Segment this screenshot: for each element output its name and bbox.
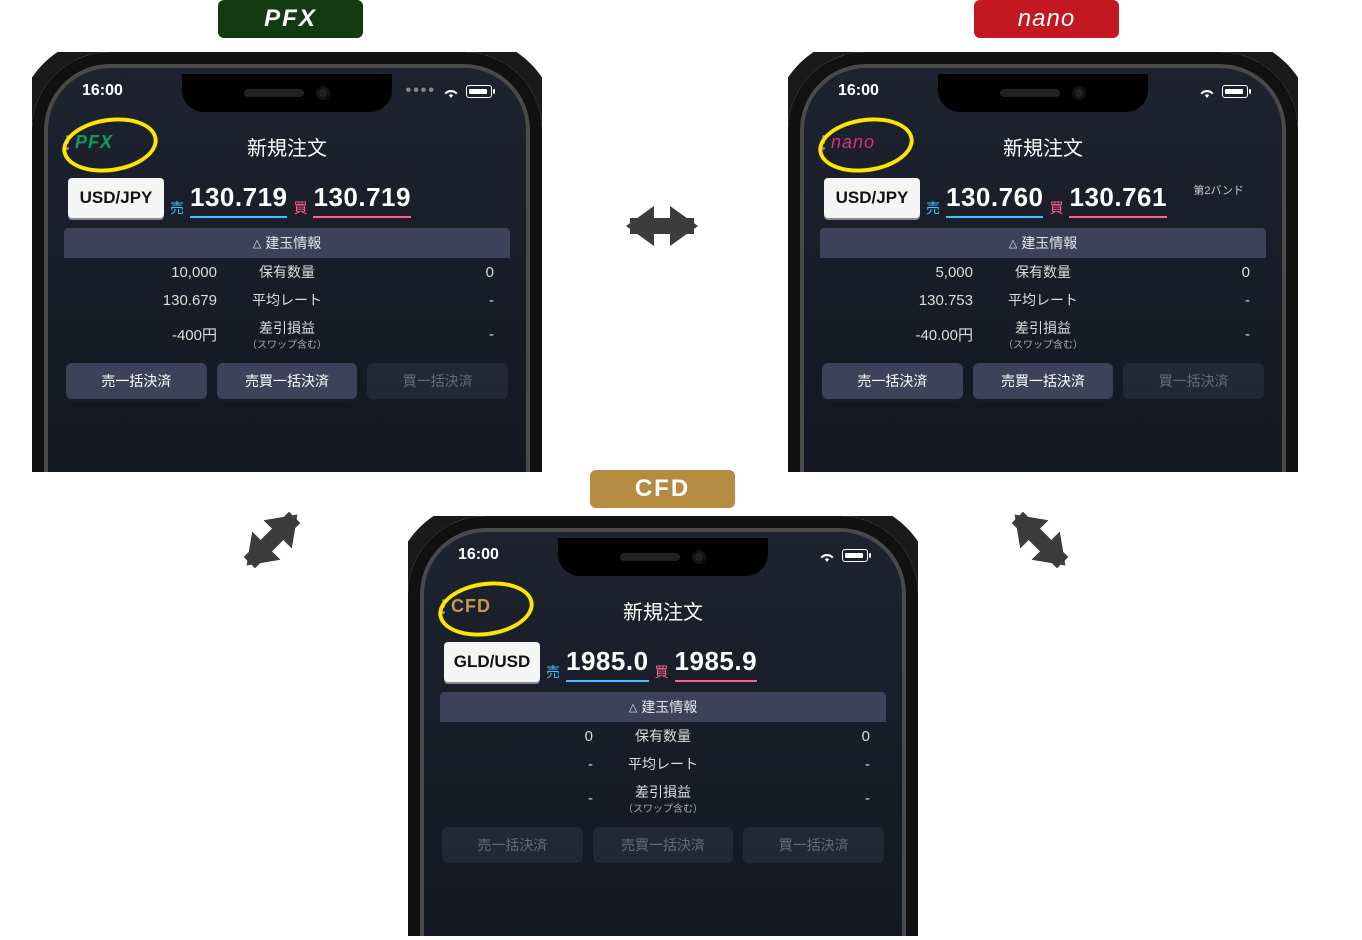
settle-sell-button[interactable]: 売一括決済 xyxy=(822,363,963,399)
sell-label: 売 xyxy=(170,198,184,218)
brand-indicator-cfd[interactable]: CFD xyxy=(442,596,491,617)
row-pl: -40.00円 差引損益（スワップ含む） - xyxy=(812,314,1274,355)
row-avg: 130.679平均レート- xyxy=(56,286,518,314)
buy-price[interactable]: 1985.9 xyxy=(675,646,758,682)
status-time: 16:00 xyxy=(82,82,123,100)
row-qty: 5,000保有数量0 xyxy=(812,258,1274,286)
swap-arrows-horizontal-icon xyxy=(622,186,702,266)
triangle-icon: △ xyxy=(629,701,637,714)
phone-nano: 16:00 nano 新規注文 USD/JPY 第2バンド 売 13 xyxy=(788,52,1298,472)
settle-both-button[interactable]: 売買一括決済 xyxy=(217,363,358,399)
wifi-icon xyxy=(818,549,836,562)
battery-icon xyxy=(842,549,868,562)
buy-label: 買 xyxy=(293,198,307,218)
swap-arrows-diag-left-icon xyxy=(215,483,328,596)
triangle-icon: △ xyxy=(253,237,261,250)
phone-cfd: 16:00 CFD 新規注文 GLD/USD 売 1985.0 買 xyxy=(408,516,918,936)
settle-sell-button[interactable]: 売一括決済 xyxy=(66,363,207,399)
page-title: 新規注文 xyxy=(1003,132,1083,161)
status-time: 16:00 xyxy=(838,82,879,100)
position-info-header[interactable]: △ 建玉情報 xyxy=(64,228,510,258)
settle-both-button: 売買一括決済 xyxy=(593,827,734,863)
sell-label: 売 xyxy=(926,198,940,218)
status-time: 16:00 xyxy=(458,546,499,564)
row-avg: -平均レート- xyxy=(432,750,894,778)
wifi-icon xyxy=(1198,85,1216,98)
band2-label: 第2バンド xyxy=(1193,182,1244,198)
battery-icon xyxy=(466,85,492,98)
badge-nano: nano xyxy=(974,0,1119,38)
sell-label: 売 xyxy=(546,662,560,682)
row-pl: - 差引損益（スワップ含む） - xyxy=(432,778,894,819)
settle-both-button[interactable]: 売買一括決済 xyxy=(973,363,1114,399)
dots-icon: •••• xyxy=(406,82,436,100)
wifi-icon xyxy=(442,85,460,98)
sell-price[interactable]: 130.760 xyxy=(946,182,1043,218)
pair-selector[interactable]: USD/JPY xyxy=(824,178,920,218)
buy-price[interactable]: 130.761 xyxy=(1069,182,1166,218)
settle-buy-button: 買一括決済 xyxy=(743,827,884,863)
pair-selector[interactable]: GLD/USD xyxy=(444,642,540,682)
row-qty: 10,000保有数量0 xyxy=(56,258,518,286)
triangle-icon: △ xyxy=(1009,237,1017,250)
swap-arrows-diag-right-icon xyxy=(983,483,1096,596)
buy-price[interactable]: 130.719 xyxy=(313,182,410,218)
position-info-header[interactable]: △ 建玉情報 xyxy=(440,692,886,722)
buy-label: 買 xyxy=(1049,198,1063,218)
buy-label: 買 xyxy=(655,662,669,682)
badge-cfd: CFD xyxy=(590,470,735,508)
badge-pfx: PFX xyxy=(218,0,363,38)
row-avg: 130.753平均レート- xyxy=(812,286,1274,314)
settle-buy-button: 買一括決済 xyxy=(1123,363,1264,399)
sell-price[interactable]: 130.719 xyxy=(190,182,287,218)
brand-indicator-nano[interactable]: nano xyxy=(822,132,875,153)
row-pl: -400円 差引損益（スワップ含む） - xyxy=(56,314,518,355)
settle-sell-button: 売一括決済 xyxy=(442,827,583,863)
settle-buy-button: 買一括決済 xyxy=(367,363,508,399)
page-title: 新規注文 xyxy=(247,132,327,161)
phone-pfx: 16:00 •••• PFX 新規注文 USD/JPY 売 130.71 xyxy=(32,52,542,472)
battery-icon xyxy=(1222,85,1248,98)
position-info-header[interactable]: △ 建玉情報 xyxy=(820,228,1266,258)
page-title: 新規注文 xyxy=(623,596,703,625)
pair-selector[interactable]: USD/JPY xyxy=(68,178,164,218)
row-qty: 0保有数量0 xyxy=(432,722,894,750)
brand-indicator-pfx[interactable]: PFX xyxy=(66,132,113,153)
sell-price[interactable]: 1985.0 xyxy=(566,646,649,682)
